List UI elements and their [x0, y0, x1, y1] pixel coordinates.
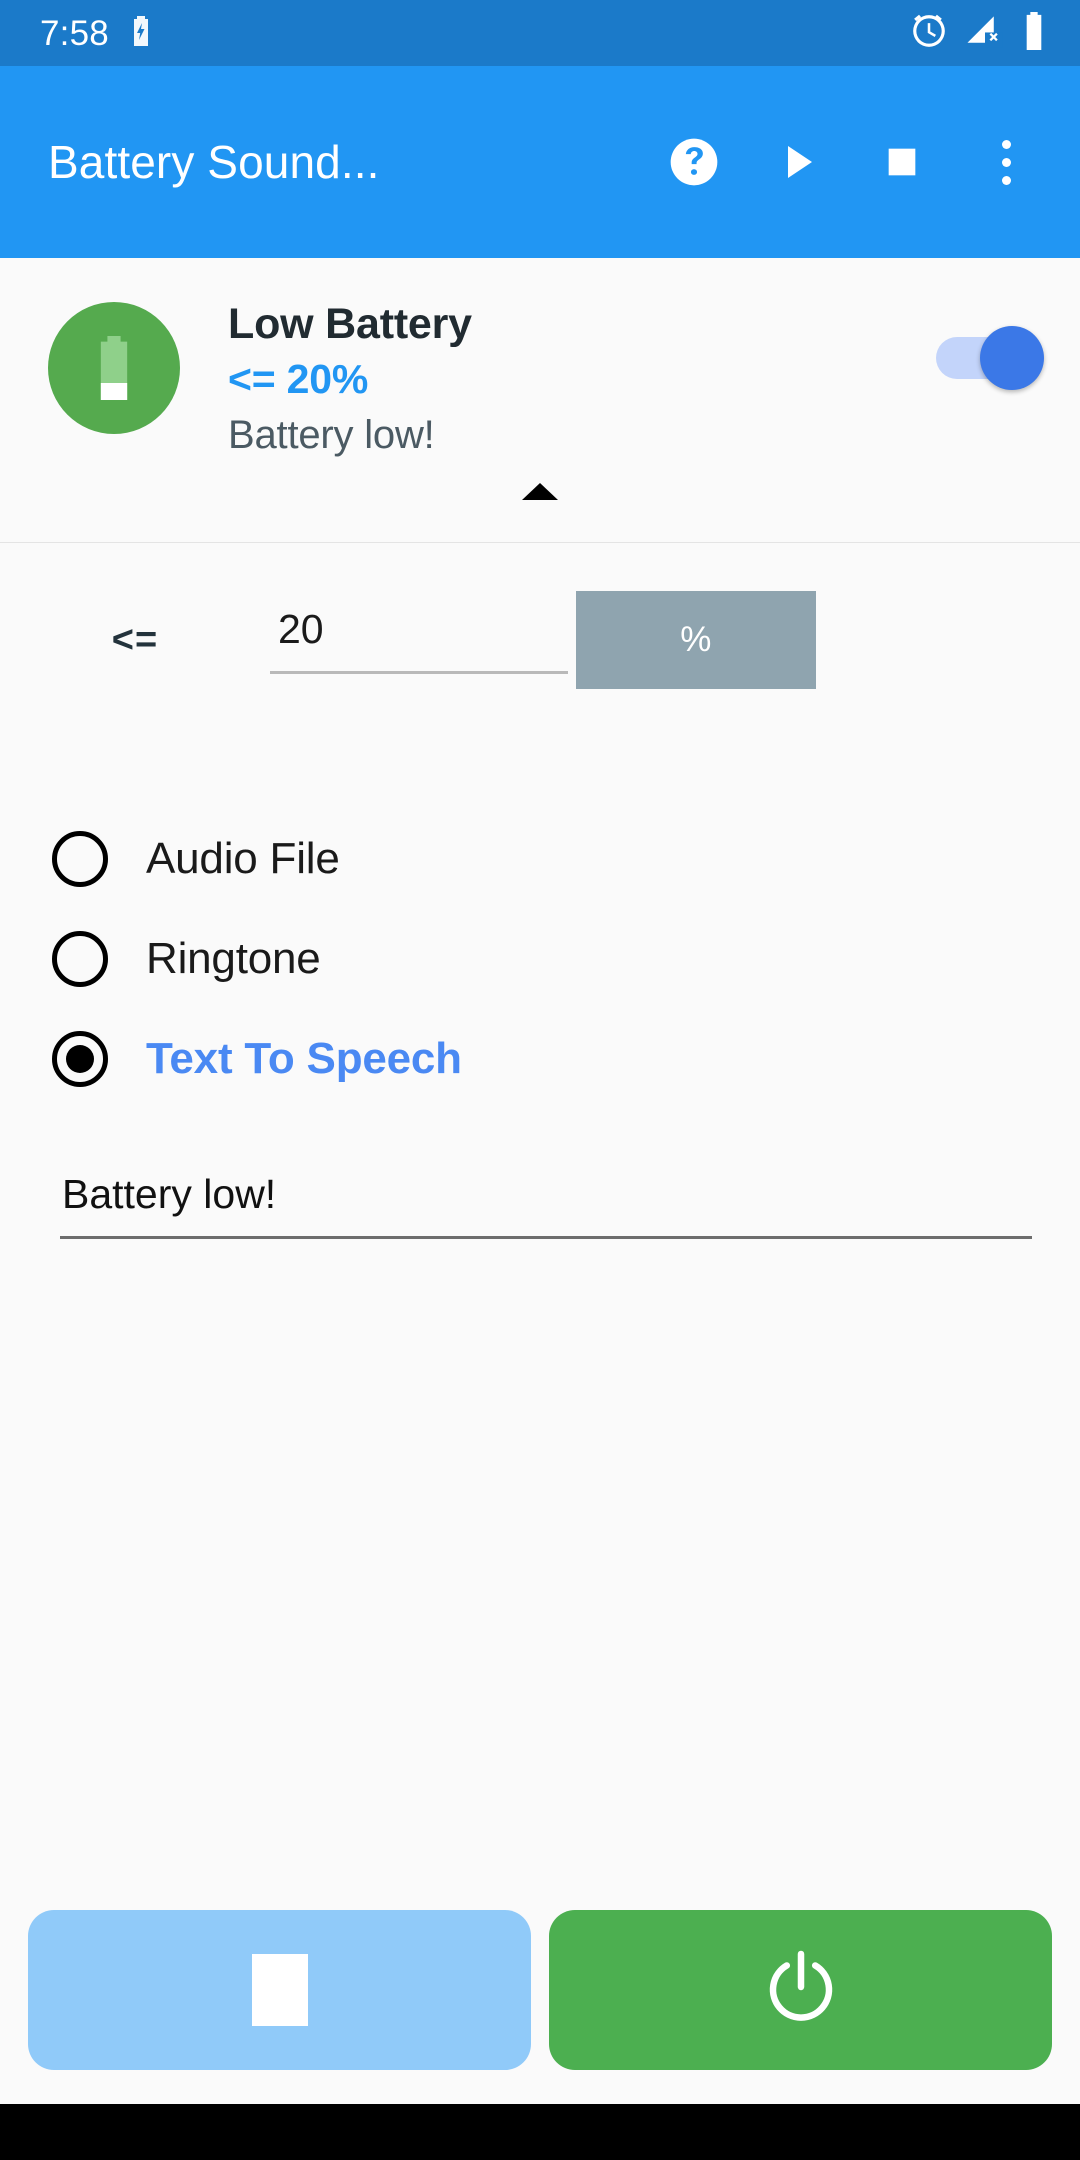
power-button[interactable] [549, 1910, 1052, 2070]
radio-label-audio-file: Audio File [146, 834, 340, 884]
radio-label-text-to-speech: Text To Speech [146, 1034, 462, 1084]
main-content: Low Battery <= 20% Battery low! <= % [0, 258, 1080, 2160]
alarm-card-texts: Low Battery <= 20% Battery low! [228, 298, 936, 458]
app-screen: 7:58 Battery Sound... Low Battery <= 20%… [0, 0, 1080, 2160]
status-bar: 7:58 [0, 0, 1080, 66]
status-bar-clock: 7:58 [40, 13, 109, 53]
toggle-thumb [980, 326, 1044, 390]
help-icon[interactable] [642, 110, 746, 214]
comparator-label: <= [111, 618, 159, 661]
app-title: Battery Sound... [48, 136, 380, 188]
battery-low-icon [48, 302, 180, 434]
status-bar-left: 7:58 [40, 13, 151, 53]
overflow-menu-icon[interactable] [954, 110, 1058, 214]
stop-button[interactable] [28, 1910, 531, 2070]
collapse-card-button[interactable] [0, 458, 1080, 524]
alarm-threshold-summary: <= 20% [228, 356, 369, 403]
alarm-title: Low Battery [228, 300, 472, 348]
threshold-row: <= % [0, 591, 1080, 690]
radio-unchecked-icon [52, 831, 108, 888]
tts-field-wrapper [0, 1171, 1080, 1240]
overflow-dots [1001, 139, 1011, 185]
bottom-action-bar [0, 1910, 1080, 2070]
radio-ringtone[interactable]: Ringtone [52, 909, 1080, 1009]
unit-toggle-button[interactable]: % [576, 591, 816, 690]
system-navigation-bar [0, 2104, 1080, 2160]
radio-audio-file[interactable]: Audio File [52, 809, 1080, 909]
alarm-enable-toggle[interactable] [936, 326, 1044, 390]
threshold-value-input[interactable] [270, 606, 568, 675]
caret-up-icon [522, 482, 558, 500]
tts-text-input[interactable] [60, 1171, 1032, 1240]
app-bar: Battery Sound... [0, 66, 1080, 258]
radio-label-ringtone: Ringtone [146, 934, 321, 984]
signal-no-service-icon [966, 14, 1004, 53]
stop-square-icon [251, 1954, 308, 2026]
alarm-card: Low Battery <= 20% Battery low! [0, 258, 1080, 544]
sound-source-radio-group: Audio File Ringtone Text To Speech [0, 809, 1080, 1109]
alarm-message-summary: Battery low! [228, 413, 435, 458]
battery-charging-icon [131, 15, 151, 51]
app-bar-actions [642, 110, 1058, 214]
status-bar-right [910, 11, 1046, 55]
radio-unchecked-icon [52, 931, 108, 988]
radio-text-to-speech[interactable]: Text To Speech [52, 1009, 1080, 1109]
stop-icon[interactable] [850, 110, 954, 214]
alarm-card-row[interactable]: Low Battery <= 20% Battery low! [0, 258, 1080, 458]
power-icon [769, 1950, 832, 2021]
battery-icon [1022, 11, 1046, 55]
radio-checked-icon [52, 1031, 108, 1088]
alarm-clock-icon [910, 12, 948, 55]
play-icon[interactable] [746, 110, 850, 214]
